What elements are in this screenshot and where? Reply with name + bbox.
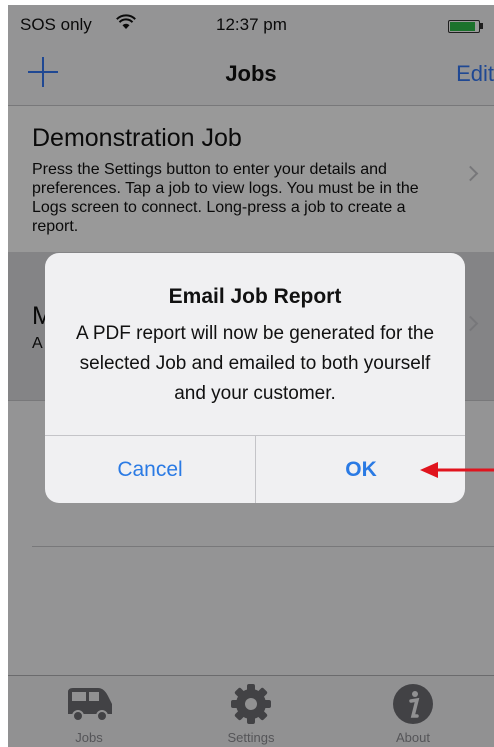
alert-message: A PDF report will now be generated for t… bbox=[75, 323, 435, 404]
phone-screen: SOS only 12:37 pm Jobs Edit Demonstratio… bbox=[8, 5, 494, 747]
email-job-report-alert: Email Job Report A PDF report will now b… bbox=[45, 253, 465, 503]
alert-title: Email Job Report bbox=[168, 285, 342, 308]
arrow-left-icon bbox=[420, 462, 494, 478]
cancel-button[interactable]: Cancel bbox=[45, 436, 255, 503]
